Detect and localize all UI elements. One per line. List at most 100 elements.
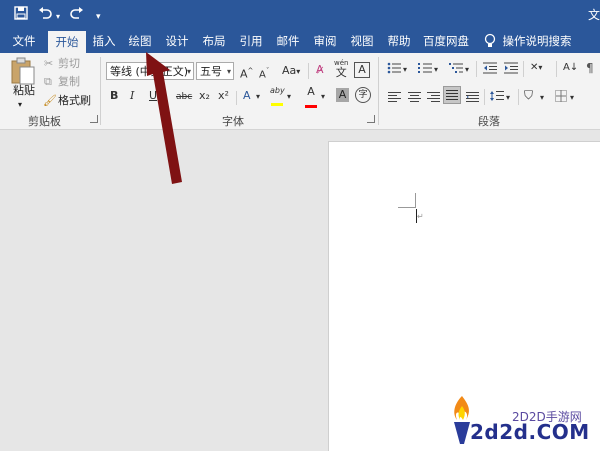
justify-button[interactable] [443, 86, 461, 104]
line-spacing-dropdown-icon[interactable]: ▾ [506, 91, 510, 105]
margin-crop-mark [415, 193, 416, 208]
copy-icon[interactable]: ⧉ [44, 75, 52, 89]
redo-icon[interactable] [70, 6, 84, 25]
tab-references[interactable]: 引用 [235, 29, 267, 53]
clear-formatting-icon[interactable]: A̷ [316, 63, 324, 77]
tab-view[interactable]: 视图 [346, 29, 378, 53]
customize-quick-access-icon[interactable]: ▾ [96, 9, 101, 25]
highlight-color-swatch [271, 103, 284, 106]
enclose-characters-button[interactable]: 字 [355, 87, 371, 103]
character-border-button[interactable]: A [354, 62, 370, 78]
divider [556, 61, 557, 77]
paste-label[interactable]: 粘贴 [13, 84, 35, 98]
copy-button[interactable]: 复制 [58, 75, 80, 89]
highlight-label: aby [270, 86, 285, 95]
text-effects-icon[interactable]: A [243, 89, 251, 103]
undo-dropdown-icon[interactable]: ▾ [56, 9, 60, 25]
bullets-icon[interactable] [387, 62, 401, 77]
numbering-dropdown-icon[interactable]: ▾ [434, 63, 438, 77]
cut-button[interactable]: 剪切 [58, 57, 80, 71]
format-painter-button[interactable]: 格式刷 [58, 94, 91, 108]
divider [476, 61, 477, 77]
divider [518, 89, 519, 105]
font-color-label: A [307, 85, 315, 98]
superscript-button[interactable]: x² [218, 89, 229, 103]
shading-icon[interactable]: ⛉ [524, 88, 533, 102]
grow-font-button[interactable]: A^ [240, 64, 253, 82]
tell-me-search[interactable]: 操作说明搜索 [502, 29, 572, 53]
character-shading-button[interactable]: A [336, 88, 349, 102]
show-marks-icon[interactable]: ¶ [586, 61, 594, 75]
tab-file[interactable]: 文件 [6, 29, 42, 53]
tab-mailings[interactable]: 邮件 [272, 29, 304, 53]
paragraph-group-label: 段落 [478, 115, 500, 128]
lightbulb-icon[interactable] [482, 29, 498, 53]
change-case-label: Aa [282, 64, 297, 77]
borders-icon[interactable] [555, 90, 567, 105]
italic-button[interactable]: I [130, 89, 134, 103]
title-bar: ▾ ▾ 文 [0, 0, 600, 29]
divider [523, 61, 524, 77]
tab-review[interactable]: 审阅 [309, 29, 341, 53]
ribbon: 粘贴 ▾ ✂ 剪切 ⧉ 复制 🖌 格式刷 剪贴板 等线 (中文正文) ▾ 五号 … [0, 53, 600, 130]
pinyin-guide-button[interactable]: wén 文 [334, 60, 348, 79]
chevron-down-icon: ▾ [186, 67, 191, 76]
decrease-indent-icon[interactable] [483, 62, 497, 77]
highlight-dropdown-icon[interactable]: ▾ [287, 90, 291, 104]
tab-help[interactable]: 帮助 [383, 29, 415, 53]
annotation-arrow-icon [146, 52, 182, 184]
line-spacing-icon[interactable] [490, 90, 504, 105]
shading-dropdown-icon[interactable]: ▾ [540, 91, 544, 105]
tab-insert[interactable]: 插入 [88, 29, 120, 53]
multilevel-list-icon[interactable] [449, 62, 463, 77]
group-separator [100, 57, 101, 125]
format-painter-icon[interactable]: 🖌 [43, 94, 57, 108]
distributed-icon[interactable] [466, 91, 479, 105]
font-group-label: 字体 [222, 115, 244, 128]
borders-dropdown-icon[interactable]: ▾ [570, 91, 574, 105]
chevron-down-icon: ▾ [226, 67, 231, 76]
group-separator [378, 57, 379, 125]
numbering-icon[interactable] [418, 62, 432, 77]
cut-icon[interactable]: ✂ [44, 57, 53, 71]
watermark-brand: 2d2d.COM [470, 420, 590, 444]
font-color-dropdown-icon[interactable]: ▾ [321, 90, 325, 104]
divider [236, 91, 237, 105]
change-case-button[interactable]: Aa▾ [282, 64, 300, 79]
subscript-button[interactable]: x₂ [199, 89, 210, 103]
watermark: 2D2D手游网 2d2d.COM [440, 390, 600, 450]
sort-icon[interactable]: A↓ [563, 61, 578, 75]
tab-home[interactable]: 开始 [48, 31, 86, 53]
bold-button[interactable]: B [110, 89, 118, 103]
clipboard-group-label: 剪贴板 [28, 115, 61, 128]
highlight-button[interactable]: aby [270, 86, 285, 110]
grow-font-label: A [240, 67, 248, 81]
tab-baidu-netdisk[interactable]: 百度网盘 [421, 29, 471, 53]
align-right-icon[interactable] [427, 91, 440, 105]
increase-indent-icon[interactable] [504, 62, 518, 77]
multilevel-dropdown-icon[interactable]: ▾ [465, 63, 469, 77]
undo-icon[interactable] [38, 6, 52, 25]
window-title: 文 [587, 8, 600, 22]
divider [484, 89, 485, 105]
asian-layout-icon[interactable]: ✕▾ [530, 61, 542, 75]
paragraph-mark-icon: ↵ [417, 212, 424, 221]
clipboard-launcher-icon[interactable] [90, 115, 98, 123]
divider [308, 63, 309, 79]
paste-dropdown-icon[interactable]: ▾ [18, 98, 22, 112]
font-color-swatch [305, 105, 317, 108]
font-size-box[interactable]: 五号 ▾ [196, 62, 234, 80]
bullets-dropdown-icon[interactable]: ▾ [403, 63, 407, 77]
align-center-icon[interactable] [408, 91, 421, 105]
font-color-button[interactable]: A [305, 86, 317, 112]
align-left-icon[interactable] [388, 91, 401, 105]
ribbon-tabs: 文件 开始 插入 绘图 设计 布局 引用 邮件 审阅 视图 帮助 百度网盘 操作… [0, 29, 600, 53]
save-icon[interactable] [14, 6, 28, 25]
tab-layout[interactable]: 布局 [198, 29, 230, 53]
font-launcher-icon[interactable] [367, 115, 375, 123]
pinyin-char: 文 [335, 66, 347, 79]
shrink-font-label: A [259, 69, 266, 81]
text-effects-dropdown-icon[interactable]: ▾ [256, 90, 260, 104]
shrink-font-button[interactable]: Aˇ [259, 64, 269, 82]
font-size-value: 五号 [200, 65, 222, 78]
